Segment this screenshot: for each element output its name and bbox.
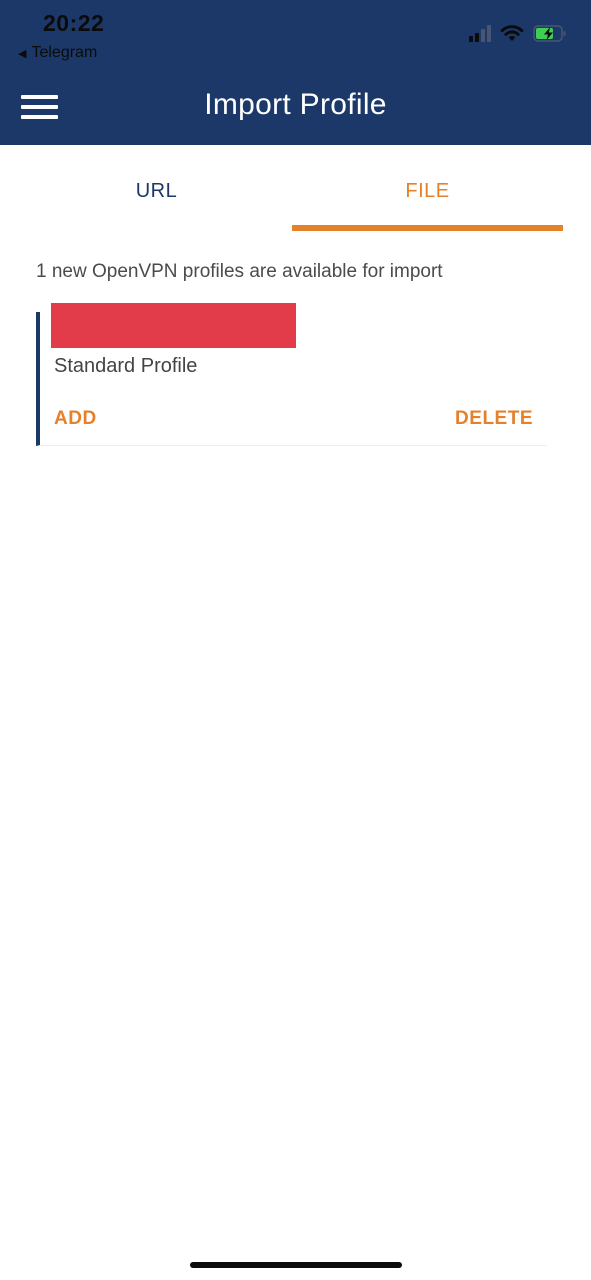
- back-to-app-link[interactable]: ◀ Telegram: [18, 44, 97, 62]
- wifi-icon: [500, 25, 524, 41]
- tab-url-label: URL: [135, 180, 178, 202]
- profile-type-label: Standard Profile: [54, 355, 198, 377]
- tab-url[interactable]: URL: [21, 147, 292, 231]
- battery-charging-icon: [533, 24, 566, 42]
- delete-profile-button[interactable]: DELETE: [455, 408, 533, 430]
- tab-bar: URL FILE: [21, 147, 563, 231]
- profile-card: Standard Profile ADD DELETE: [36, 303, 547, 446]
- back-triangle-icon: ◀: [18, 47, 27, 60]
- tab-file-label: FILE: [405, 180, 450, 202]
- status-icons: [469, 24, 567, 42]
- tab-file[interactable]: FILE: [292, 147, 563, 231]
- cellular-signal-icon: [469, 24, 491, 42]
- available-profiles-message: 1 new OpenVPN profiles are available for…: [36, 261, 443, 282]
- redacted-profile-name: [51, 303, 296, 348]
- add-profile-button[interactable]: ADD: [54, 408, 97, 430]
- page-title: Import Profile: [204, 88, 387, 121]
- back-app-label: Telegram: [31, 44, 98, 61]
- active-tab-indicator: [292, 225, 563, 231]
- home-indicator[interactable]: [190, 1262, 402, 1268]
- app-header: 20:22 ◀ Telegram Import Profile: [0, 0, 591, 145]
- status-time: 20:22: [43, 10, 105, 36]
